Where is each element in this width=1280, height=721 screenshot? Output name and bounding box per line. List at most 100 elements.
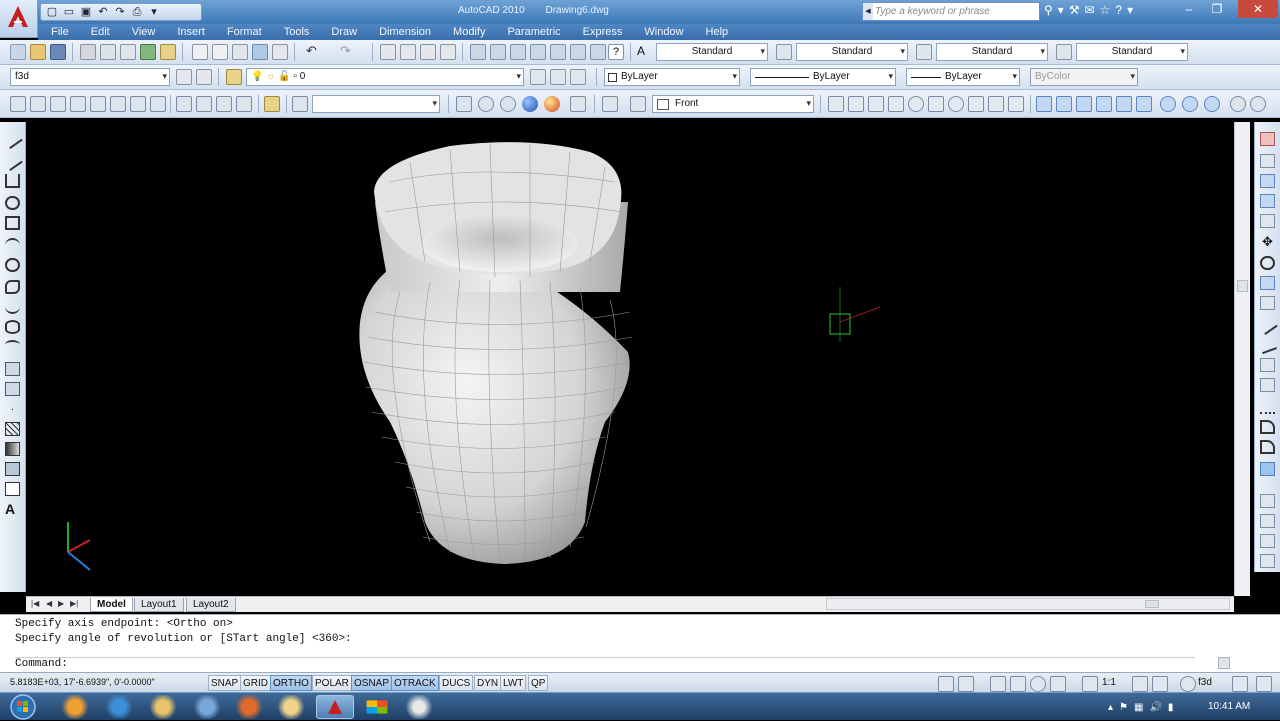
tab-next-icon[interactable]: ▶ [58,599,64,608]
make-block-icon[interactable] [5,382,20,396]
menu-draw[interactable]: Draw [318,26,366,38]
tab-layout2[interactable]: Layout2 [186,598,236,612]
save-floppy-icon[interactable] [50,44,66,60]
color-select[interactable]: ByLayer [604,68,740,86]
plotstyle-select[interactable]: ByColor [1030,68,1138,86]
offset-icon[interactable] [1260,194,1275,208]
favorites-icon[interactable]: ☆ [1100,3,1111,17]
right-view-icon[interactable] [90,96,106,112]
zoom-dynamic-icon[interactable] [292,96,308,112]
auto-scale-icon[interactable] [1152,676,1168,692]
menu-help[interactable]: Help [693,26,738,38]
tab-model[interactable]: Model [90,598,133,612]
circle-icon[interactable] [5,258,20,272]
stretch-icon[interactable] [1260,296,1275,310]
pan-icon[interactable] [380,44,396,60]
osnap-toggle[interactable]: OSNAP [351,675,393,691]
cylinder-icon[interactable] [928,96,944,112]
extrude-icon[interactable] [1036,96,1052,112]
layer-properties-icon[interactable] [226,69,242,85]
send-to-back-icon[interactable] [1260,534,1275,548]
3d-move-icon[interactable] [1204,96,1220,112]
point-icon[interactable]: · [5,404,20,418]
linetype-select[interactable]: ByLayer [750,68,896,86]
paint-icon[interactable] [272,695,310,719]
match-properties-icon[interactable] [252,44,268,60]
search-expand-icon[interactable]: ◀ [863,3,873,20]
tab-prev-icon[interactable]: ◀ [46,599,52,608]
qat-dropdown-icon[interactable]: ▾ [147,6,161,18]
menu-insert[interactable]: Insert [164,26,214,38]
rotate-icon[interactable] [1260,256,1275,270]
helix-icon[interactable] [988,96,1004,112]
new-icon[interactable]: ▢ [45,6,59,18]
taskbar-clock[interactable]: 10:41 AM [1208,701,1250,712]
cone-icon[interactable] [888,96,904,112]
gradient-icon[interactable] [5,442,20,456]
annotation-scale-value[interactable]: 1:1 [1102,677,1116,688]
intersect-icon[interactable] [1182,96,1198,112]
publish-icon[interactable] [120,44,136,60]
my-workspace-icon[interactable] [196,69,212,85]
menu-window[interactable]: Window [631,26,692,38]
dim-style-select[interactable]: Standard [796,43,908,61]
table-icon[interactable] [5,482,20,496]
planar-surface-icon[interactable] [1008,96,1024,112]
command-scroll-thumb[interactable] [1218,657,1230,669]
redo-icon[interactable]: ↷ [340,44,356,60]
menu-express[interactable]: Express [570,26,632,38]
zoom-select[interactable] [312,95,440,113]
erase-icon[interactable] [1260,132,1275,146]
zoom-previous-icon[interactable] [440,44,456,60]
autocad-taskbar-icon[interactable] [316,695,354,719]
tab-layout1[interactable]: Layout1 [134,598,184,612]
workspace-settings-icon[interactable] [176,69,192,85]
multiline-text-icon[interactable]: A [5,502,20,516]
battery-icon[interactable]: ▮ [1168,702,1174,713]
extend-icon[interactable] [1258,335,1277,355]
menu-edit[interactable]: Edit [78,26,119,38]
revolve-icon[interactable] [1096,96,1112,112]
sheet-set-manager-icon[interactable] [530,44,546,60]
array-icon[interactable] [1260,214,1275,228]
camera-icon[interactable] [236,96,252,112]
conceptual-icon[interactable] [544,96,560,112]
polar-toggle[interactable]: POLAR [312,675,352,691]
annotation-visibility-icon[interactable] [1132,676,1148,692]
sphere-icon[interactable] [908,96,924,112]
help-dropdown-icon[interactable]: ▾ [1127,3,1133,17]
layer-select[interactable]: 💡 ☼ 🔓 ▫ 0 [246,68,524,86]
paste-icon[interactable] [232,44,248,60]
tab-last-icon[interactable]: ▶| [70,599,78,608]
construction-line-icon[interactable] [2,150,23,172]
pan-status-icon[interactable] [990,676,1006,692]
spline-icon[interactable] [5,300,20,314]
lineweight-select[interactable]: ByLayer [906,68,1020,86]
menu-view[interactable]: View [119,26,165,38]
free-orbit-icon[interactable] [196,96,212,112]
line-icon[interactable] [2,128,23,150]
model-space-icon[interactable] [938,676,954,692]
3d-hidden-icon[interactable] [500,96,516,112]
volume-icon[interactable]: 🔊 [1149,702,1161,713]
break-at-point-icon[interactable] [1260,358,1275,372]
open-folder-icon[interactable] [30,44,46,60]
hatch-icon[interactable] [5,422,20,436]
3d-rotate-icon[interactable] [1230,96,1246,112]
minimize-button[interactable]: – [1176,0,1202,18]
3d-align-icon[interactable] [1250,96,1266,112]
block-editor-icon[interactable] [272,44,288,60]
subtract-icon[interactable] [1160,96,1176,112]
dropdown-icon[interactable]: ▾ [1058,3,1064,17]
box-icon[interactable] [848,96,864,112]
qnew-icon[interactable] [10,44,26,60]
rectangle-icon[interactable] [5,216,20,230]
subscription-icon[interactable]: ⚒ [1069,3,1080,17]
polygon-icon[interactable] [5,196,20,210]
tray-expand-icon[interactable]: ▴ [1108,702,1113,713]
insert-block-icon[interactable] [5,362,20,376]
continuous-orbit-icon[interactable] [216,96,232,112]
menu-tools[interactable]: Tools [271,26,319,38]
workspace-status-value[interactable]: f3d [1198,677,1212,688]
layer-states-icon[interactable] [570,69,586,85]
